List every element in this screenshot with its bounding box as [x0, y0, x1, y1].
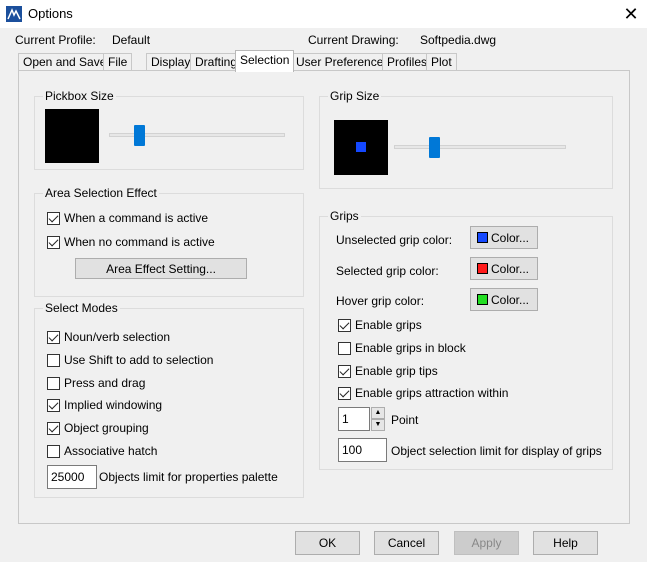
color-swatch [477, 263, 488, 274]
grip-size-group: Grip Size [319, 89, 613, 189]
checkbox-box[interactable] [338, 318, 351, 332]
checkbox-label: Press and drag [64, 376, 146, 390]
objects-limit-input[interactable]: 25000 [47, 465, 97, 489]
apply-button[interactable]: Apply [454, 531, 519, 555]
checkbox-box[interactable] [47, 330, 60, 344]
area-selection-group: Area Selection Effect When a command is … [34, 186, 304, 297]
checkbox-label: Implied windowing [64, 398, 163, 412]
select-modes-group: Select Modes Noun/verb selection Use Shi… [34, 301, 304, 498]
checkbox-box[interactable] [338, 364, 351, 378]
pickbox-preview [45, 109, 99, 163]
grip-size-slider-thumb[interactable] [428, 137, 440, 158]
checkbox-label: When a command is active [64, 211, 209, 225]
associative-hatch-checkbox[interactable]: Associative hatch [47, 443, 157, 459]
checkbox-label: Enable grip tips [355, 364, 438, 378]
checkbox-box[interactable] [338, 386, 351, 400]
cancel-button[interactable]: Cancel [374, 531, 439, 555]
app-icon [6, 6, 22, 22]
tab-panel: Pickbox Size Grip Size Area Selection Ef… [18, 70, 630, 524]
grip-display-limit-label: Object selection limit for display of gr… [391, 444, 602, 458]
enable-grips-in-block-checkbox[interactable]: Enable grips in block [338, 340, 466, 356]
current-drawing-value: Softpedia.dwg [420, 33, 497, 47]
close-icon[interactable]: ✕ [620, 4, 642, 24]
grip-size-preview [334, 120, 388, 175]
tab-file[interactable]: File [103, 53, 133, 71]
implied-windowing-checkbox[interactable]: Implied windowing [47, 397, 162, 413]
selected-grip-color-label: Selected grip color: [336, 264, 439, 278]
checkbox-label: Use Shift to add to selection [64, 353, 214, 367]
checkbox-box[interactable] [47, 421, 60, 435]
checkbox-label: Associative hatch [64, 444, 158, 458]
color-swatch [477, 232, 488, 243]
select-modes-title: Select Modes [43, 301, 120, 315]
checkbox-box[interactable] [47, 398, 60, 412]
grip-marker [356, 142, 366, 152]
tab-open-and-save[interactable]: Open and Save [18, 53, 112, 71]
grip-size-title: Grip Size [328, 89, 382, 103]
checkbox-label: Enable grips in block [355, 341, 466, 355]
enable-grips-attraction-checkbox[interactable]: Enable grips attraction within [338, 385, 508, 401]
hover-grip-color-button[interactable]: Color... [470, 288, 538, 311]
checkbox-box[interactable] [47, 376, 60, 390]
pickbox-slider-thumb[interactable] [133, 125, 145, 146]
hover-grip-color-label: Hover grip color: [336, 294, 425, 308]
point-label: Point [391, 413, 419, 427]
unselected-grip-color-button[interactable]: Color... [470, 226, 538, 249]
checkbox-box[interactable] [47, 211, 60, 225]
grips-title: Grips [328, 209, 361, 223]
help-button[interactable]: Help [533, 531, 598, 555]
spin-up-icon[interactable]: ▲ [371, 407, 385, 419]
unselected-grip-color-label: Unselected grip color: [336, 233, 453, 247]
checkbox-label: Object grouping [64, 421, 149, 435]
color-button-label: Color... [491, 230, 530, 245]
area-selection-title: Area Selection Effect [43, 186, 159, 200]
window-title: Options [28, 6, 73, 21]
point-input[interactable]: 1 [338, 407, 370, 431]
object-grouping-checkbox[interactable]: Object grouping [47, 420, 149, 436]
noun-verb-selection-checkbox[interactable]: Noun/verb selection [47, 329, 170, 345]
color-swatch [477, 294, 488, 305]
spin-down-icon[interactable]: ▼ [371, 419, 385, 431]
checkbox-box[interactable] [47, 235, 60, 249]
pickbox-size-group: Pickbox Size [34, 89, 304, 170]
grip-size-slider-track[interactable] [394, 145, 566, 149]
grips-group: Grips Unselected grip color: Color... Se… [319, 209, 613, 470]
title-bar [0, 0, 647, 28]
checkbox-box[interactable] [47, 353, 60, 367]
checkbox-label: Noun/verb selection [64, 330, 171, 344]
pickbox-size-title: Pickbox Size [43, 89, 116, 103]
current-profile-value: Default [112, 33, 151, 47]
when-command-active-checkbox[interactable]: When a command is active [47, 210, 208, 226]
enable-grips-checkbox[interactable]: Enable grips [338, 317, 422, 333]
ok-button[interactable]: OK [295, 531, 360, 555]
current-profile-label: Current Profile: [15, 33, 96, 47]
use-shift-checkbox[interactable]: Use Shift to add to selection [47, 352, 213, 368]
press-and-drag-checkbox[interactable]: Press and drag [47, 375, 145, 391]
selected-grip-color-button[interactable]: Color... [470, 257, 538, 280]
checkbox-label: When no command is active [64, 235, 215, 249]
grip-display-limit-input[interactable]: 100 [338, 438, 387, 462]
enable-grip-tips-checkbox[interactable]: Enable grip tips [338, 363, 438, 379]
checkbox-label: Enable grips attraction within [355, 386, 509, 400]
tab-profiles[interactable]: Profiles [382, 53, 433, 71]
when-no-command-active-checkbox[interactable]: When no command is active [47, 234, 215, 250]
checkbox-box[interactable] [338, 341, 351, 355]
tab-user-preferences[interactable]: User Preferences [291, 53, 395, 71]
checkbox-label: Enable grips [355, 318, 422, 332]
objects-limit-label: Objects limit for properties palette [99, 470, 278, 484]
tab-plot[interactable]: Plot [426, 53, 457, 71]
tab-selection[interactable]: Selection [235, 50, 295, 72]
tab-display[interactable]: Display [146, 53, 196, 71]
area-effect-setting-button[interactable]: Area Effect Setting... [75, 258, 247, 279]
color-button-label: Color... [491, 261, 530, 276]
checkbox-box[interactable] [47, 444, 60, 458]
color-button-label: Color... [491, 292, 530, 307]
point-spinner[interactable]: ▲ ▼ [371, 407, 385, 431]
current-drawing-label: Current Drawing: [308, 33, 399, 47]
